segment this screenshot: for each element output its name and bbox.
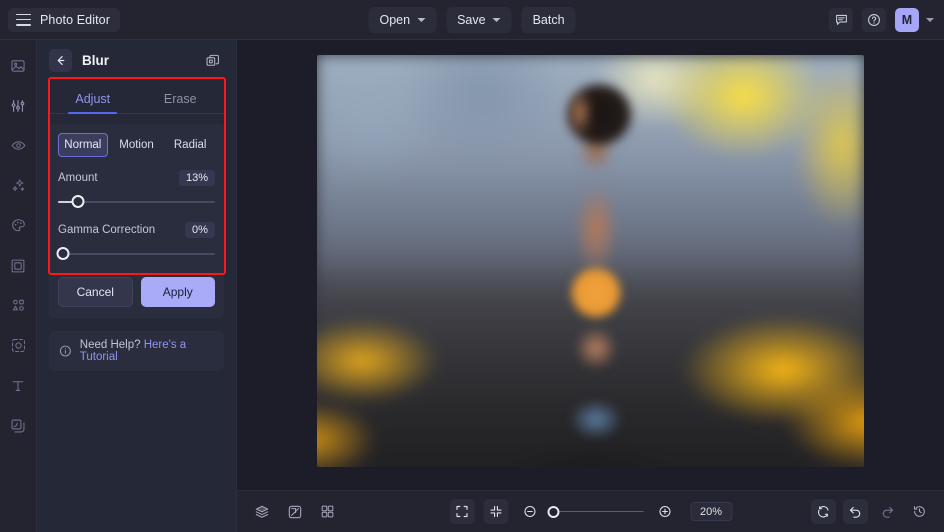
grid-icon[interactable] (315, 499, 340, 524)
sidebar-item-focus-blur-icon[interactable] (5, 334, 31, 357)
zoom-out-icon[interactable] (517, 499, 542, 524)
cancel-button[interactable]: Cancel (58, 277, 133, 307)
amount-control: Amount 13% (58, 170, 215, 209)
zoom-in-icon[interactable] (652, 499, 677, 524)
amount-slider[interactable] (58, 195, 215, 209)
apply-button[interactable]: Apply (140, 277, 215, 307)
tab-erase[interactable]: Erase (137, 83, 225, 113)
sidebar-item-frame-icon[interactable] (5, 254, 31, 277)
compare-icon[interactable] (282, 499, 307, 524)
zoom-level-value[interactable]: 20% (689, 502, 733, 521)
undo-icon[interactable] (843, 499, 868, 524)
photo-editor-app: Photo Editor Open Save Batch M Blur Adju… (0, 0, 944, 532)
panel-actions: Cancel Apply (58, 277, 215, 307)
sidebar-item-adjust-sliders-icon[interactable] (5, 94, 31, 117)
gamma-slider[interactable] (56, 247, 215, 261)
history-icon[interactable] (907, 499, 932, 524)
blur-mode-motion[interactable]: Motion (112, 133, 162, 157)
file-actions: Open Save Batch (368, 6, 576, 33)
amount-slider-thumb[interactable] (71, 195, 85, 208)
edited-photo[interactable] (317, 55, 864, 467)
sidebar-item-text-icon[interactable] (5, 374, 31, 397)
app-title: Photo Editor (40, 12, 110, 27)
amount-value[interactable]: 13% (178, 170, 215, 186)
gamma-slider-thumb[interactable] (56, 247, 70, 260)
batch-button[interactable]: Batch (521, 6, 576, 33)
open-button[interactable]: Open (368, 6, 437, 33)
top-toolbar: Photo Editor Open Save Batch M (0, 0, 944, 40)
help-icon[interactable] (862, 7, 886, 32)
avatar[interactable]: M (895, 7, 919, 32)
panel-header: Blur (49, 40, 224, 77)
chevron-down-icon[interactable] (926, 17, 934, 22)
back-button[interactable] (49, 49, 72, 72)
open-label: Open (379, 12, 411, 27)
layers-icon[interactable] (249, 499, 274, 524)
blur-mode-segmented: Normal Motion Radial (58, 133, 215, 157)
info-icon (59, 345, 71, 357)
tool-rail (0, 40, 37, 532)
fit-screen-icon[interactable] (448, 499, 474, 524)
bottom-toolbar: 20% (237, 490, 944, 532)
sidebar-item-eye-retouch-icon[interactable] (5, 134, 31, 157)
sidebar-item-layers-overlay-icon[interactable] (5, 414, 31, 437)
feedback-icon[interactable] (829, 7, 853, 32)
zoom-slider[interactable] (546, 505, 643, 519)
zoom-controls: 20% (448, 499, 733, 524)
redo-icon[interactable] (875, 499, 900, 524)
sidebar-item-palette-color-icon[interactable] (5, 214, 31, 237)
panel-tabs: Adjust Erase (49, 83, 224, 114)
blur-mode-radial[interactable]: Radial (165, 133, 215, 157)
gamma-slider-track (58, 253, 215, 255)
save-label: Save (457, 12, 486, 27)
canvas-area: 20% (237, 40, 944, 532)
reset-icon[interactable] (811, 499, 836, 524)
zoom-slider-thumb[interactable] (546, 505, 559, 518)
account-actions: M (829, 7, 934, 32)
canvas-viewport[interactable] (237, 40, 944, 490)
app-menu-button[interactable]: Photo Editor (8, 7, 120, 32)
zoom-slider-track (550, 510, 643, 513)
save-button[interactable]: Save (446, 6, 512, 33)
amount-label: Amount (58, 172, 98, 184)
sidebar-item-shapes-icon[interactable] (5, 294, 31, 317)
sidebar-item-sparkles-effects-icon[interactable] (5, 174, 31, 197)
gamma-value[interactable]: 0% (185, 222, 215, 238)
editor-body: Blur Adjust Erase Normal Motion Radial A… (0, 40, 944, 532)
chevron-down-icon (492, 17, 501, 22)
tutorial-text: Need Help? Here's a Tutorial (80, 339, 214, 363)
sidebar-item-image-icon[interactable] (5, 54, 31, 77)
tutorial-banner[interactable]: Need Help? Here's a Tutorial (49, 331, 224, 371)
hamburger-icon (16, 13, 31, 26)
gamma-control: Gamma Correction 0% (56, 222, 215, 261)
tool-panel: Blur Adjust Erase Normal Motion Radial A… (37, 40, 237, 532)
bottom-left-tools (249, 499, 340, 524)
chevron-down-icon (417, 17, 426, 22)
tab-adjust[interactable]: Adjust (49, 83, 137, 114)
history-controls (811, 499, 932, 524)
duplicate-icon[interactable] (202, 50, 224, 72)
tutorial-prefix: Need Help? (79, 339, 144, 351)
batch-label: Batch (532, 12, 565, 27)
blur-mode-normal[interactable]: Normal (58, 133, 108, 157)
gamma-label: Gamma Correction (58, 224, 156, 236)
blur-controls-card: Normal Motion Radial Amount 13% Gamma Co… (49, 124, 224, 318)
photo-subject-arm-layer (535, 63, 624, 163)
page-title: Blur (82, 53, 109, 68)
actual-size-icon[interactable] (482, 499, 508, 524)
